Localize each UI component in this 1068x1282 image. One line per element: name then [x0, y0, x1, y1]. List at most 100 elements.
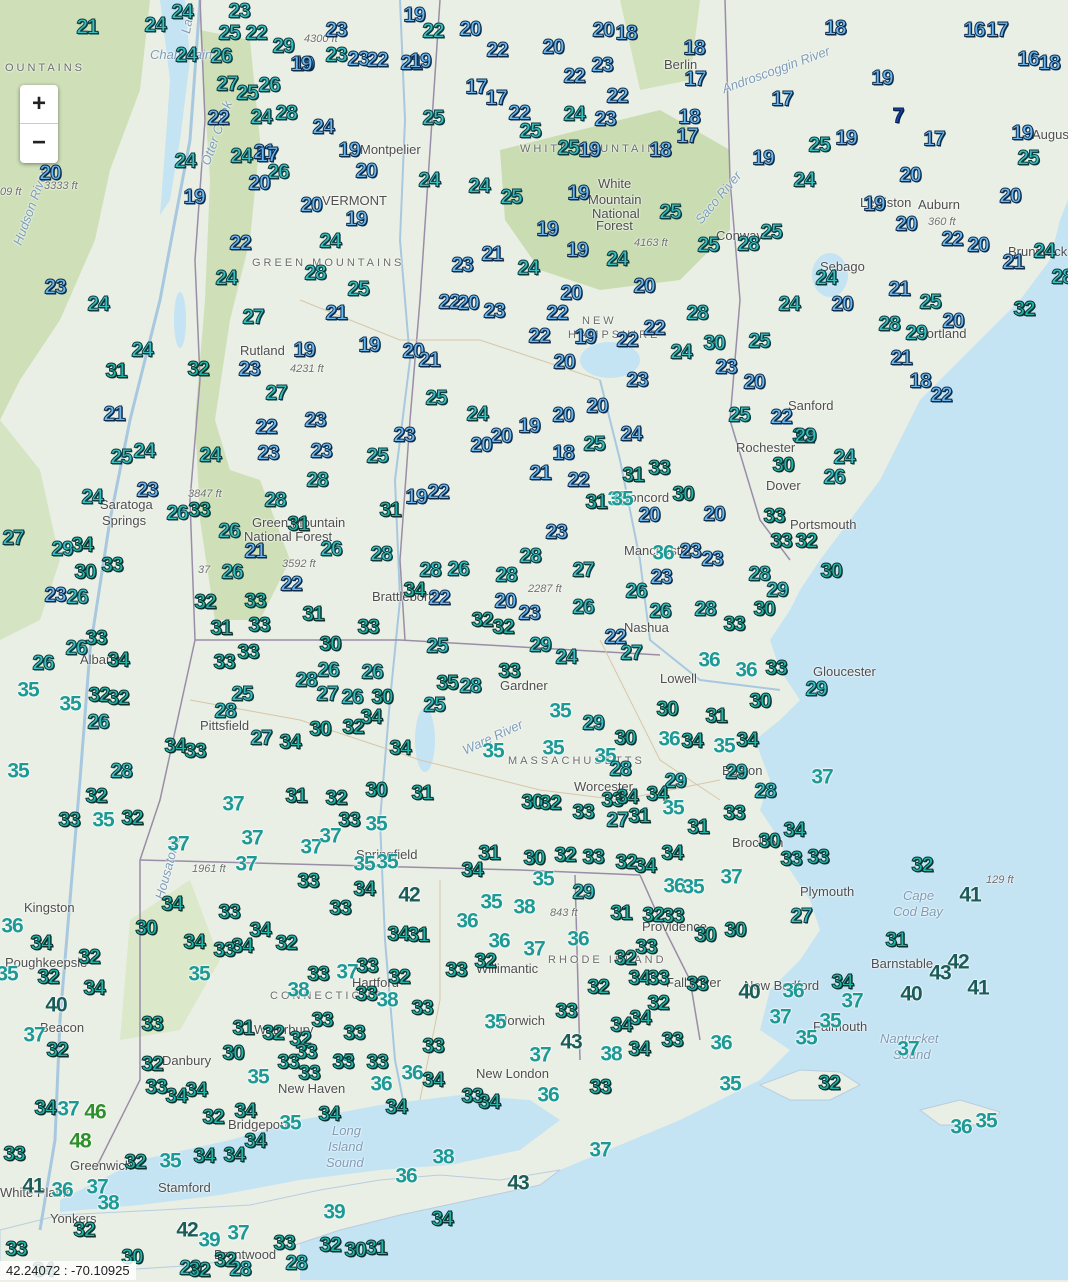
temperature-reading[interactable]: 37: [589, 1140, 611, 1161]
temperature-reading[interactable]: 35: [713, 736, 735, 757]
temperature-reading[interactable]: 25: [919, 291, 942, 313]
temperature-reading[interactable]: 25: [425, 387, 448, 409]
temperature-reading[interactable]: 33: [295, 1041, 318, 1063]
temperature-reading[interactable]: 18: [649, 139, 672, 161]
temperature-reading[interactable]: 24: [319, 230, 342, 252]
temperature-reading[interactable]: 28: [370, 543, 393, 565]
temperature-reading[interactable]: 41: [959, 885, 981, 906]
temperature-reading[interactable]: 33: [498, 660, 521, 682]
temperature-reading[interactable]: 19: [863, 193, 886, 215]
temperature-reading[interactable]: 35: [7, 761, 29, 782]
temperature-reading[interactable]: 34: [736, 729, 759, 751]
temperature-reading[interactable]: 37: [811, 767, 833, 788]
temperature-reading[interactable]: 20: [552, 404, 575, 426]
temperature-reading[interactable]: 33: [723, 613, 746, 635]
temperature-reading[interactable]: 37: [227, 1223, 249, 1244]
temperature-reading[interactable]: 32: [319, 1234, 342, 1256]
temperature-reading[interactable]: 21: [103, 403, 126, 425]
temperature-reading[interactable]: 25: [236, 82, 259, 104]
zoom-out-button[interactable]: −: [20, 124, 58, 162]
temperature-reading[interactable]: 23: [325, 19, 348, 41]
temperature-reading[interactable]: 35: [819, 1011, 841, 1032]
temperature-reading[interactable]: 33: [765, 657, 788, 679]
temperature-reading[interactable]: 20: [942, 310, 965, 332]
temperature-reading[interactable]: 21: [418, 349, 441, 371]
temperature-reading[interactable]: 20: [300, 194, 323, 216]
temperature-reading[interactable]: 35: [482, 741, 504, 762]
temperature-reading[interactable]: 24: [175, 44, 198, 66]
temperature-reading[interactable]: 29: [905, 322, 928, 344]
temperature-reading[interactable]: 33: [356, 955, 379, 977]
temperature-reading[interactable]: 20: [490, 425, 513, 447]
zoom-in-button[interactable]: +: [20, 85, 58, 123]
temperature-reading[interactable]: 35: [159, 1151, 181, 1172]
temperature-reading[interactable]: 28: [737, 233, 760, 255]
temperature-reading[interactable]: 22: [930, 384, 953, 406]
temperature-reading[interactable]: 26: [320, 538, 343, 560]
temperature-reading[interactable]: 33: [648, 457, 671, 479]
temperature-reading[interactable]: 26: [572, 596, 595, 618]
temperature-reading[interactable]: 16: [963, 19, 986, 41]
temperature-reading[interactable]: 17: [465, 76, 488, 98]
temperature-reading[interactable]: 20: [494, 590, 517, 612]
temperature-reading[interactable]: 33: [555, 1000, 578, 1022]
temperature-reading[interactable]: 33: [686, 973, 709, 995]
temperature-reading[interactable]: 38: [432, 1147, 454, 1168]
temperature-reading[interactable]: 22: [486, 39, 509, 61]
temperature-reading[interactable]: 23: [594, 108, 617, 130]
temperature-reading[interactable]: 33: [723, 802, 746, 824]
temperature-reading[interactable]: 20: [560, 282, 583, 304]
temperature-reading[interactable]: 23: [136, 479, 159, 501]
temperature-reading[interactable]: 26: [258, 74, 281, 96]
temperature-reading[interactable]: 30: [371, 686, 394, 708]
temperature-reading[interactable]: 31: [365, 1237, 388, 1259]
temperature-reading[interactable]: 27: [572, 559, 595, 581]
temperature-reading[interactable]: 25: [218, 22, 241, 44]
temperature-reading[interactable]: 32: [492, 616, 515, 638]
temperature-reading[interactable]: 37: [23, 1025, 45, 1046]
temperature-reading[interactable]: 21: [244, 540, 267, 562]
temperature-reading[interactable]: 24: [87, 293, 110, 315]
temperature-reading[interactable]: 36: [401, 1063, 423, 1084]
temperature-reading[interactable]: 26: [65, 637, 88, 659]
temperature-reading[interactable]: 25: [728, 404, 751, 426]
temperature-reading[interactable]: 21: [481, 243, 504, 265]
temperature-reading[interactable]: 25: [422, 107, 445, 129]
temperature-reading[interactable]: 34: [279, 731, 302, 753]
temperature-reading[interactable]: 25: [426, 635, 449, 657]
temperature-reading[interactable]: 33: [661, 1029, 684, 1051]
temperature-reading[interactable]: 20: [703, 503, 726, 525]
temperature-reading[interactable]: 22: [255, 416, 278, 438]
temperature-reading[interactable]: 16: [1017, 48, 1040, 70]
temperature-reading[interactable]: 28: [459, 675, 482, 697]
temperature-reading[interactable]: 35: [247, 1067, 269, 1088]
temperature-reading[interactable]: 34: [783, 819, 806, 841]
temperature-reading[interactable]: 32: [187, 358, 210, 380]
temperature-reading[interactable]: 35: [549, 701, 571, 722]
temperature-reading[interactable]: 23: [257, 442, 280, 464]
temperature-reading[interactable]: 33: [141, 1013, 164, 1035]
temperature-reading[interactable]: 28: [419, 559, 442, 581]
temperature-reading[interactable]: 38: [513, 897, 535, 918]
temperature-reading[interactable]: 33: [647, 967, 670, 989]
temperature-reading[interactable]: 23: [451, 254, 474, 276]
temperature-reading[interactable]: 21: [529, 462, 552, 484]
temperature-reading[interactable]: 24: [171, 1, 194, 23]
temperature-reading[interactable]: 33: [184, 740, 207, 762]
temperature-reading[interactable]: 33: [635, 936, 658, 958]
temperature-reading[interactable]: 23: [626, 369, 649, 391]
temperature-reading[interactable]: 34: [164, 735, 187, 757]
temperature-reading[interactable]: 19: [338, 139, 361, 161]
temperature-reading[interactable]: 23: [591, 54, 614, 76]
temperature-reading[interactable]: 35: [719, 1074, 741, 1095]
temperature-reading[interactable]: 32: [46, 1039, 69, 1061]
temperature-reading[interactable]: 30: [672, 483, 695, 505]
temperature-reading[interactable]: 24: [517, 257, 540, 279]
temperature-reading[interactable]: 19: [567, 182, 590, 204]
temperature-reading[interactable]: 27: [620, 642, 643, 664]
temperature-reading[interactable]: 34: [461, 859, 484, 881]
temperature-reading[interactable]: 33: [311, 1009, 334, 1031]
temperature-reading[interactable]: 23: [715, 356, 738, 378]
temperature-reading[interactable]: 34: [353, 878, 376, 900]
temperature-reading[interactable]: 33: [770, 530, 793, 552]
